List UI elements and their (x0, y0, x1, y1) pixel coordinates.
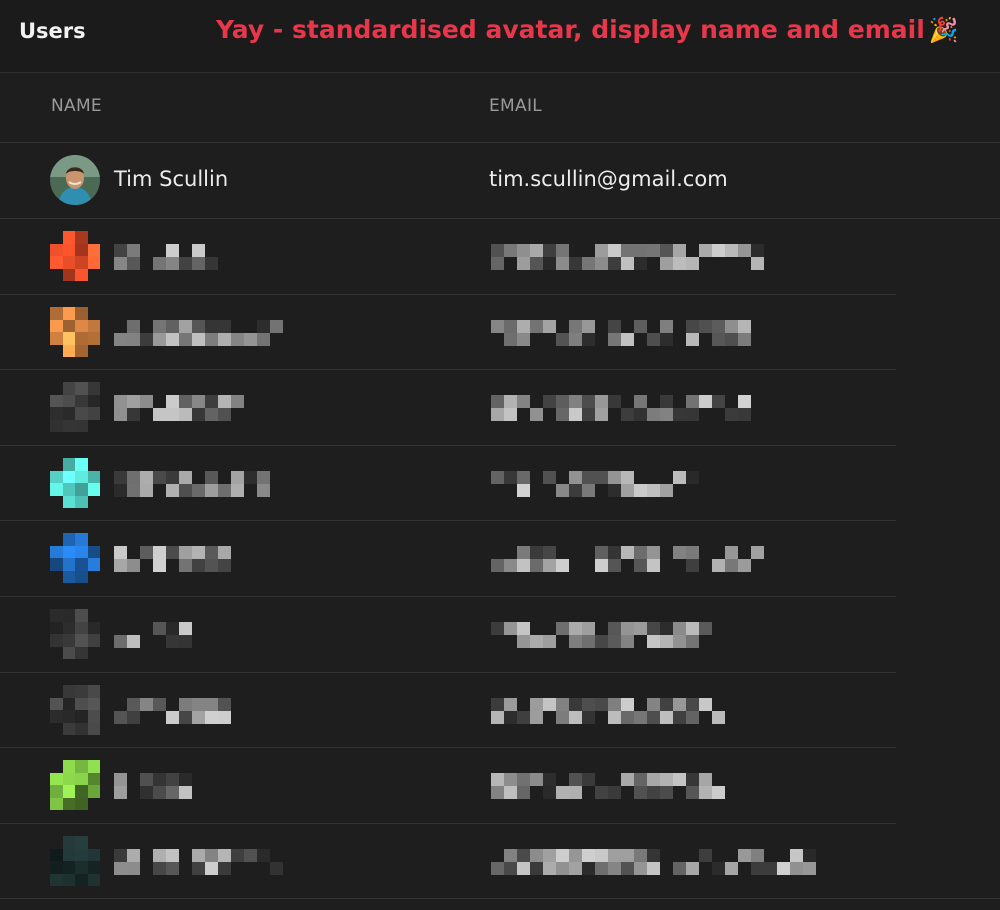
avatar (50, 533, 100, 583)
avatar (50, 760, 100, 810)
redacted-email (491, 244, 771, 270)
redacted-email (491, 698, 733, 724)
user-name: Tim Scullin (114, 167, 229, 191)
avatar (50, 609, 100, 659)
annotation-message: Yay - standardised avatar, display name … (216, 15, 925, 44)
table-row[interactable] (0, 219, 1000, 295)
column-header-email[interactable]: EMAIL (489, 96, 542, 116)
avatar (50, 231, 100, 281)
redacted-email (491, 849, 821, 875)
redacted-email (491, 546, 771, 572)
redacted-name (114, 622, 204, 648)
redacted-email (491, 622, 721, 648)
redacted-name (114, 244, 228, 270)
column-header-name[interactable]: NAME (51, 96, 102, 116)
page-title: Users (19, 19, 86, 43)
avatar (50, 458, 100, 508)
avatar (50, 836, 100, 886)
redacted-name (114, 471, 279, 497)
avatar (50, 382, 100, 432)
party-popper-icon: 🎉 (928, 16, 959, 44)
redacted-email (491, 773, 747, 799)
annotation-text: Yay - standardised avatar, display name … (216, 15, 959, 44)
redacted-name (114, 320, 292, 346)
avatar (50, 685, 100, 735)
redacted-name (114, 546, 232, 572)
redacted-email (491, 395, 759, 421)
table-row[interactable] (0, 748, 1000, 824)
avatar (50, 307, 100, 357)
redacted-email (491, 471, 709, 497)
redacted-name (114, 698, 232, 724)
table-row[interactable] (0, 295, 1000, 371)
table-row[interactable] (0, 824, 1000, 900)
table-row[interactable] (0, 673, 1000, 749)
table-row[interactable] (0, 521, 1000, 597)
table-row[interactable] (0, 446, 1000, 522)
user-email: tim.scullin@gmail.com (489, 167, 728, 191)
top-bar: Users Yay - standardised avatar, display… (0, 0, 1000, 73)
row-divider (0, 898, 1000, 899)
redacted-name (114, 773, 192, 799)
table-row[interactable] (0, 370, 1000, 446)
table-row[interactable] (0, 597, 1000, 673)
redacted-name (114, 395, 254, 421)
redacted-name (114, 849, 292, 875)
redacted-email (491, 320, 759, 346)
avatar (50, 155, 100, 205)
table-row[interactable]: Tim Scullin tim.scullin@gmail.com (0, 143, 1000, 219)
